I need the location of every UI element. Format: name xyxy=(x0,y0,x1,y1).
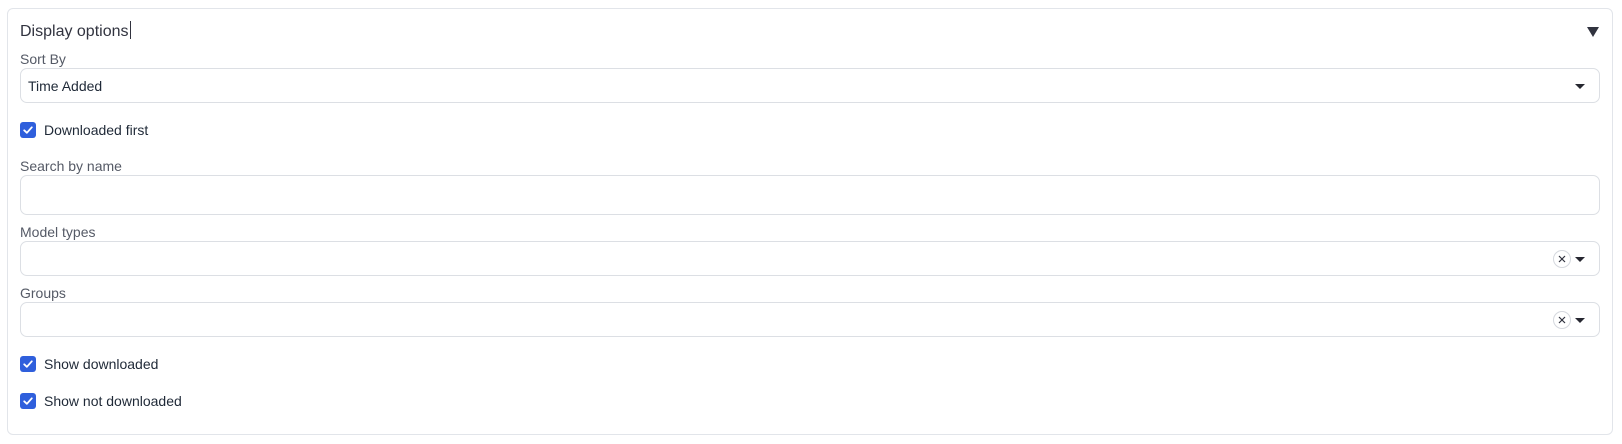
groups-label: Groups xyxy=(20,285,66,301)
close-circle-icon[interactable] xyxy=(1553,249,1571,268)
search-by-name-label: Search by name xyxy=(20,158,122,174)
show-downloaded-label: Show downloaded xyxy=(44,356,159,372)
display-options-panel: Display options Sort By Time Added Downl… xyxy=(7,8,1613,435)
caret-down-icon[interactable] xyxy=(1575,317,1585,323)
downloaded-first-label: Downloaded first xyxy=(44,122,149,138)
sort-by-label: Sort By xyxy=(20,51,66,67)
close-circle-icon[interactable] xyxy=(1553,310,1571,329)
show-not-downloaded-checkbox[interactable] xyxy=(20,393,36,409)
triangle-down-icon[interactable] xyxy=(1586,25,1600,39)
check-icon xyxy=(23,360,33,368)
model-types-label: Model types xyxy=(20,224,96,240)
show-not-downloaded-label: Show not downloaded xyxy=(44,393,182,409)
model-types-multiselect[interactable] xyxy=(20,241,1600,276)
check-icon xyxy=(23,397,33,405)
groups-multiselect[interactable] xyxy=(20,302,1600,337)
show-downloaded-checkbox-row[interactable]: Show downloaded xyxy=(20,355,158,373)
show-not-downloaded-checkbox-row[interactable]: Show not downloaded xyxy=(20,392,182,410)
caret-down-icon[interactable] xyxy=(1575,83,1585,89)
close-icon xyxy=(1558,255,1566,262)
close-icon xyxy=(1558,316,1566,323)
sort-by-select[interactable]: Time Added xyxy=(20,68,1600,103)
text-cursor xyxy=(129,21,131,39)
downloaded-first-checkbox-row[interactable]: Downloaded first xyxy=(20,121,148,139)
show-downloaded-checkbox[interactable] xyxy=(20,356,36,372)
caret-down-icon[interactable] xyxy=(1575,256,1585,262)
display-options-header[interactable]: Display options xyxy=(20,21,1600,47)
downloaded-first-checkbox[interactable] xyxy=(20,122,36,138)
panel-title: Display options xyxy=(20,21,131,43)
search-by-name-input[interactable] xyxy=(20,175,1600,215)
check-icon xyxy=(23,126,33,134)
panel-title-text: Display options xyxy=(20,23,129,40)
sort-by-value: Time Added xyxy=(28,77,103,94)
